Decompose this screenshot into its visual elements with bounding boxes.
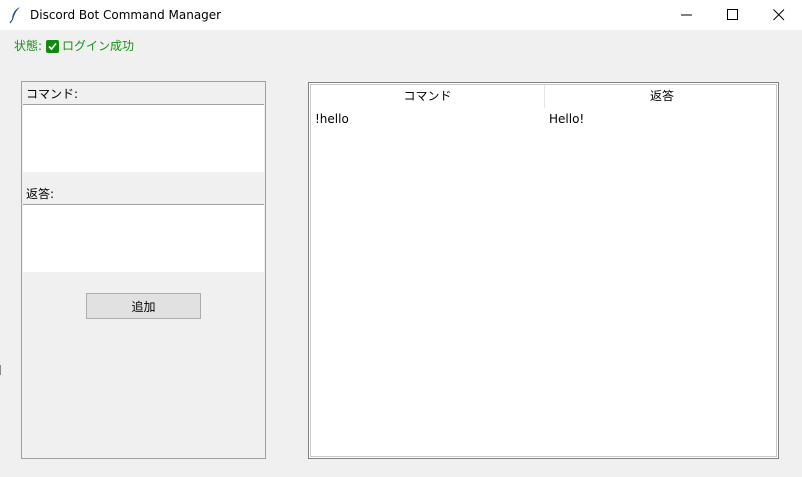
command-input[interactable] [23, 104, 264, 172]
command-form-panel: コマンド: 返答: 追加 [21, 81, 266, 459]
close-icon [773, 9, 785, 21]
command-table-body: コマンド 返答 !hello Hello! [310, 84, 777, 457]
window-edge-mark [0, 365, 1, 375]
minimize-button[interactable] [664, 0, 710, 30]
command-label: コマンド: [26, 87, 79, 101]
checkbox-checked-icon [46, 39, 60, 53]
add-button[interactable]: 追加 [86, 293, 201, 319]
window-title: Discord Bot Command Manager [30, 8, 222, 22]
status-line: 状態: ログイン成功 [14, 38, 134, 54]
maximize-icon [727, 9, 738, 20]
status-label: 状態: [14, 39, 43, 53]
table-row[interactable]: !hello Hello! [311, 110, 776, 128]
status-text: ログイン成功 [62, 39, 135, 53]
table-rows: !hello Hello! [311, 110, 776, 128]
minimize-icon [681, 14, 692, 16]
maximize-button[interactable] [710, 0, 756, 30]
column-header-response[interactable]: 返答 [545, 85, 779, 108]
response-label: 返答: [26, 187, 55, 201]
cell-response: Hello! [549, 112, 585, 126]
response-input[interactable] [23, 204, 264, 272]
cell-command: !hello [315, 112, 349, 126]
close-button[interactable] [756, 0, 802, 30]
feather-icon [9, 6, 23, 24]
title-bar[interactable]: Discord Bot Command Manager [0, 0, 802, 30]
table-header: コマンド 返答 [311, 85, 776, 108]
column-header-command[interactable]: コマンド [311, 85, 545, 108]
app-window: Discord Bot Command Manager 状態: ログイン成功 コ… [0, 0, 802, 477]
command-table[interactable]: コマンド 返答 !hello Hello! [308, 82, 779, 459]
